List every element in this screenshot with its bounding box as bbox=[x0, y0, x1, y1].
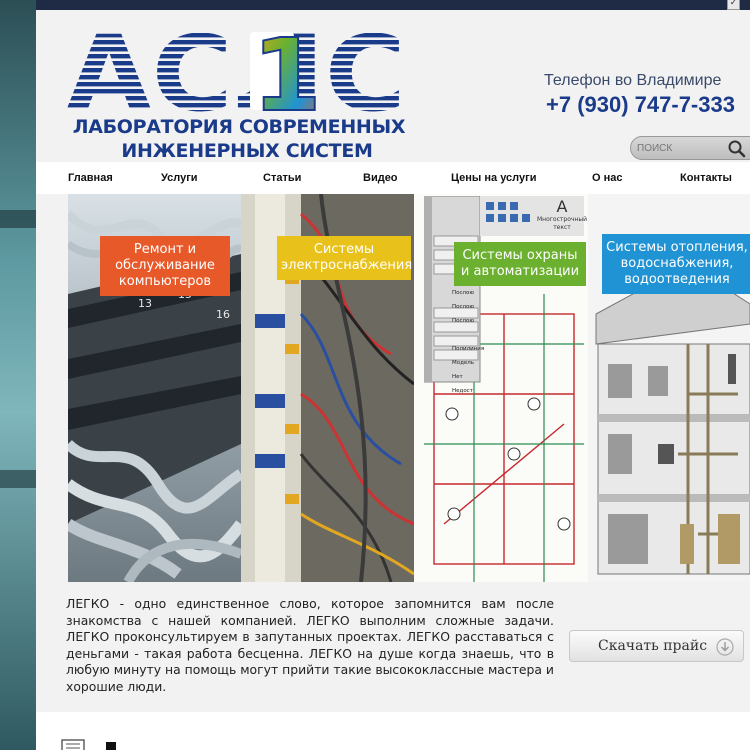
page: ✓ АСЛС 1 ЛАБОРАТОРИЯ СОВРЕМЕННЫХ ИНЖЕНЕР… bbox=[36, 0, 750, 750]
top-bar: ✓ bbox=[36, 0, 750, 10]
phone-number[interactable]: +7 (930) 747-7-333 bbox=[546, 92, 735, 118]
background-stripe bbox=[0, 210, 36, 228]
cad-letter: A bbox=[556, 197, 568, 216]
panel-label-electric: Системы электроснабжения bbox=[277, 236, 412, 280]
section-heading-marker bbox=[106, 742, 116, 750]
logo-title-line1: ЛАБОРАТОРИЯ СОВРЕМЕННЫХ bbox=[72, 116, 406, 138]
background-stripe bbox=[0, 470, 36, 488]
cad-palette-row: Послою bbox=[452, 304, 475, 310]
nav-item-prices[interactable]: Цены на услуги bbox=[451, 172, 536, 184]
cad-palette-row: Нет bbox=[452, 374, 463, 380]
nav-item-contacts[interactable]: Контакты bbox=[680, 172, 732, 184]
panel-label-heating: Системы отопления, водоснабжения, водоот… bbox=[602, 234, 750, 294]
search-input[interactable] bbox=[637, 140, 725, 156]
svg-text:16: 16 bbox=[216, 308, 230, 321]
download-price-label: Скачать прайс bbox=[598, 638, 708, 654]
download-price-button[interactable]: Скачать прайс bbox=[569, 630, 744, 662]
service-panel-computers[interactable]: 13 15 16 Ремонт и обслуживание компьютер… bbox=[68, 194, 241, 582]
content-section bbox=[36, 712, 750, 750]
nav-item-video[interactable]: Видео bbox=[363, 172, 398, 184]
cad-palette-row: Модель bbox=[452, 360, 475, 366]
background-blur bbox=[0, 0, 36, 750]
checkbox-icon[interactable]: ✓ bbox=[727, 0, 740, 10]
service-panel-heating[interactable]: Системы отопления, водоснабжения, водоот… bbox=[588, 194, 750, 582]
search-box bbox=[630, 136, 750, 160]
intro-text: ЛЕГКО - одно единственное слово, которое… bbox=[66, 596, 554, 694]
download-arrow-icon bbox=[716, 638, 734, 656]
cad-palette-row: Недост bbox=[452, 388, 473, 394]
nav-item-services[interactable]: Услуги bbox=[161, 172, 198, 184]
cad-caption-text: Многострочный текст bbox=[537, 216, 587, 231]
nav-item-articles[interactable]: Статьи bbox=[263, 172, 301, 184]
service-panel-electric[interactable]: Системы электроснабжения bbox=[241, 194, 414, 582]
svg-text:13: 13 bbox=[138, 297, 152, 310]
logo-one: 1 bbox=[252, 26, 322, 118]
nav-item-home[interactable]: Главная bbox=[68, 172, 113, 184]
logo-letters: АСЛС bbox=[66, 26, 406, 118]
intro-section: ЛЕГКО - одно единственное слово, которое… bbox=[36, 582, 750, 712]
header: АСЛС 1 ЛАБОРАТОРИЯ СОВРЕМЕННЫХ ИНЖЕНЕРНЫ… bbox=[36, 10, 750, 162]
nav-item-about[interactable]: О нас bbox=[592, 172, 623, 184]
logo-mark: АСЛС 1 bbox=[66, 13, 406, 135]
phone-label: Телефон во Владимире bbox=[544, 72, 722, 89]
document-icon bbox=[61, 739, 85, 750]
cad-palette-row: Послою bbox=[452, 318, 475, 324]
cad-caption: A Многострочный текст bbox=[536, 198, 588, 232]
services-banner: 13 15 16 Ремонт и обслуживание компьютер… bbox=[68, 194, 750, 582]
cad-palette-list: Послою Послою Послою Полилиния Модель Не… bbox=[452, 286, 485, 398]
panel-label-security: Системы охраны и автоматизации bbox=[454, 242, 586, 286]
logo-title-line2: ИНЖЕНЕРНЫХ СИСТЕМ bbox=[121, 140, 373, 162]
cad-palette-row: Послою bbox=[452, 290, 475, 296]
cad-palette-row: Полилиния bbox=[452, 346, 485, 352]
service-panel-security[interactable]: A Многострочный текст Послою Послою Посл… bbox=[414, 194, 588, 582]
search-icon[interactable] bbox=[727, 139, 747, 159]
panel-label-computers: Ремонт и обслуживание компьютеров bbox=[100, 236, 230, 296]
logo[interactable]: АСЛС 1 ЛАБОРАТОРИЯ СОВРЕМЕННЫХ ИНЖЕНЕРНЫ… bbox=[64, 13, 414, 162]
main-nav: Главная Услуги Статьи Видео Цены на услу… bbox=[36, 162, 750, 194]
